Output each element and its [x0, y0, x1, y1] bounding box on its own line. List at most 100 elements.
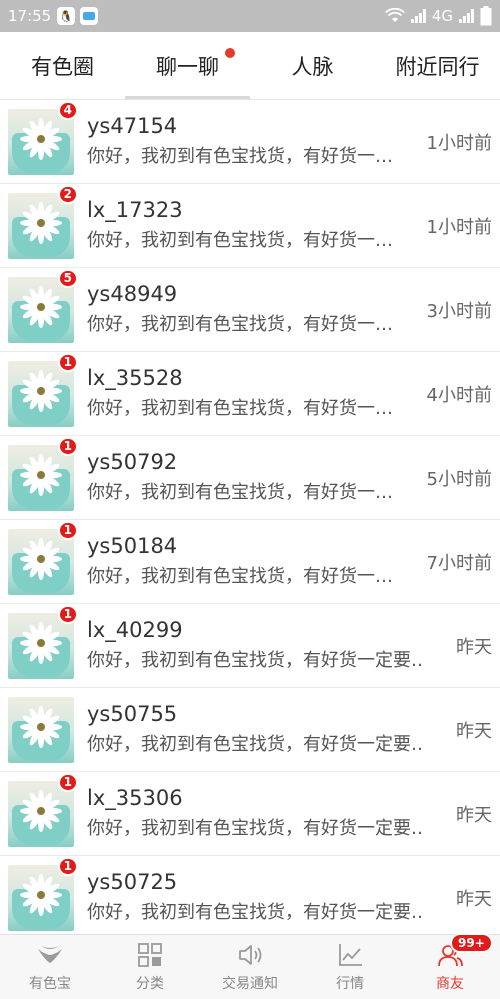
friends-badge: 99+ — [450, 933, 493, 953]
nav-label: 交易通知 — [222, 976, 278, 992]
network-label: 4G — [431, 7, 453, 25]
app-notification-icon — [80, 7, 99, 25]
avatar[interactable]: 1 — [8, 520, 78, 595]
avatar[interactable]: 5 — [8, 268, 78, 343]
message-time: 昨天 — [456, 888, 492, 910]
chat-content: ys48949 你好，我初到有色宝找货，有好货一… — [87, 280, 422, 339]
contact-name: lx_35528 — [87, 366, 183, 390]
contact-name: lx_17323 — [87, 198, 183, 222]
flower-icon — [20, 285, 62, 328]
last-message: 你好，我初到有色宝找货，有好货一定要… — [87, 902, 422, 923]
tab-label: 有色圈 — [31, 54, 94, 79]
contact-name: ys47154 — [87, 114, 178, 138]
speaker-icon — [239, 945, 262, 965]
message-time: 7小时前 — [426, 552, 492, 574]
nav-label: 分类 — [136, 976, 164, 992]
signal-icon-2 — [459, 9, 474, 23]
chat-row[interactable]: 1 ys50184 你好，我初到有色宝找货，有好货一… 7小时前 — [0, 520, 500, 604]
unread-badge: 1 — [57, 604, 78, 624]
nav-label: 商友 — [436, 976, 464, 992]
tab-label: 聊一聊 — [156, 54, 219, 79]
message-time: 昨天 — [456, 636, 492, 658]
chat-content: lx_17323 你好，我初到有色宝找货，有好货一… — [87, 196, 422, 255]
flower-icon — [20, 201, 62, 244]
last-message: 你好，我初到有色宝找货，有好货一定要… — [87, 650, 422, 671]
avatar[interactable]: 4 — [8, 100, 78, 175]
chat-row[interactable]: 1 lx_40299 你好，我初到有色宝找货，有好货一定要… 昨天 — [0, 604, 500, 688]
chat-content: ys50725 你好，我初到有色宝找货，有好货一定要… — [87, 868, 422, 927]
top-tabs: 有色圈 聊一聊 人脉 附近同行 — [0, 32, 500, 100]
avatar[interactable]: 1 — [8, 436, 78, 511]
chat-row[interactable]: ys50755 你好，我初到有色宝找货，有好货一定要… 昨天 — [0, 688, 500, 772]
unread-badge: 1 — [57, 436, 78, 456]
status-bar: 17:55 🐧 4G — [0, 0, 500, 32]
flower-icon — [20, 117, 62, 160]
nav-home[interactable]: 有色宝 — [0, 935, 100, 999]
last-message: 你好，我初到有色宝找货，有好货一… — [87, 566, 393, 587]
grid-icon — [138, 943, 162, 967]
contact-name: lx_40299 — [87, 618, 183, 642]
contact-name: ys50725 — [87, 870, 178, 894]
last-message: 你好，我初到有色宝找货，有好货一定要… — [87, 818, 422, 839]
chat-content: ys50755 你好，我初到有色宝找货，有好货一定要… — [87, 700, 422, 759]
chat-row[interactable]: 1 ys50725 你好，我初到有色宝找货，有好货一定要… 昨天 — [0, 856, 500, 934]
chat-row[interactable]: 1 lx_35528 你好，我初到有色宝找货，有好货一… 4小时前 — [0, 352, 500, 436]
status-time: 17:55 — [8, 7, 52, 25]
last-message: 你好，我初到有色宝找货，有好货一… — [87, 230, 393, 251]
nav-friends[interactable]: 99+ 商友 — [400, 933, 500, 999]
message-time: 4小时前 — [426, 384, 492, 406]
message-time: 昨天 — [456, 804, 492, 826]
unread-badge: 1 — [57, 772, 78, 792]
unread-dot — [225, 48, 235, 58]
avatar[interactable]: 1 — [8, 352, 78, 427]
signal-icon — [410, 9, 426, 23]
nav-notifications[interactable]: 交易通知 — [200, 935, 300, 999]
message-time: 3小时前 — [426, 300, 492, 322]
chat-row[interactable]: 2 lx_17323 你好，我初到有色宝找货，有好货一… 1小时前 — [0, 184, 500, 268]
qq-notification-icon: 🐧 — [57, 7, 76, 25]
chat-row[interactable]: 1 ys50792 你好，我初到有色宝找货，有好货一… 5小时前 — [0, 436, 500, 520]
tab-nearby[interactable]: 附近同行 — [375, 32, 500, 99]
flower-icon — [20, 369, 62, 412]
unread-badge: 2 — [57, 184, 78, 204]
contact-name: ys50792 — [87, 450, 178, 474]
tab-label: 人脉 — [291, 54, 334, 79]
last-message: 你好，我初到有色宝找货，有好货一… — [87, 146, 393, 167]
message-time: 1小时前 — [426, 216, 492, 238]
nav-label: 有色宝 — [29, 976, 71, 992]
contact-name: ys50184 — [87, 534, 178, 558]
nav-market[interactable]: 行情 — [300, 935, 400, 999]
chat-row[interactable]: 4 ys47154 你好，我初到有色宝找货，有好货一… 1小时前 — [0, 100, 500, 184]
last-message: 你好，我初到有色宝找货，有好货一… — [87, 482, 393, 503]
nav-label: 行情 — [336, 976, 364, 992]
message-time: 昨天 — [456, 720, 492, 742]
flower-icon — [20, 621, 62, 664]
avatar[interactable]: 1 — [8, 856, 78, 931]
unread-badge: 1 — [57, 856, 78, 876]
battery-icon — [480, 6, 492, 26]
contact-name: ys48949 — [87, 282, 178, 306]
contact-name: ys50755 — [87, 702, 178, 726]
tab-contacts[interactable]: 人脉 — [250, 32, 375, 99]
tab-circle[interactable]: 有色圈 — [0, 32, 125, 99]
unread-badge: 1 — [57, 352, 78, 372]
flower-icon — [20, 537, 62, 580]
chat-row[interactable]: 5 ys48949 你好，我初到有色宝找货，有好货一… 3小时前 — [0, 268, 500, 352]
chat-content: lx_40299 你好，我初到有色宝找货，有好货一定要… — [87, 616, 422, 675]
flower-icon — [20, 873, 62, 916]
bottom-nav: 有色宝 分类 交易通知 行情 99+ 商友 — [0, 933, 500, 999]
avatar[interactable]: 1 — [8, 604, 78, 679]
chat-list[interactable]: 4 ys47154 你好，我初到有色宝找货，有好货一… 1小时前 2 lx_17323 你好… — [0, 100, 500, 934]
chat-content: ys50792 你好，我初到有色宝找货，有好货一… — [87, 448, 422, 507]
last-message: 你好，我初到有色宝找货，有好货一定要… — [87, 734, 422, 755]
tab-label: 附近同行 — [395, 54, 480, 79]
avatar[interactable]: 2 — [8, 184, 78, 259]
unread-badge: 5 — [57, 268, 78, 288]
message-time: 1小时前 — [426, 132, 492, 154]
nav-category[interactable]: 分类 — [100, 935, 200, 999]
tab-chat[interactable]: 聊一聊 — [125, 32, 250, 99]
chat-row[interactable]: 1 lx_35306 你好，我初到有色宝找货，有好货一定要… 昨天 — [0, 772, 500, 856]
avatar[interactable]: 1 — [8, 772, 78, 847]
avatar[interactable] — [8, 696, 74, 763]
unread-badge: 4 — [57, 100, 78, 120]
